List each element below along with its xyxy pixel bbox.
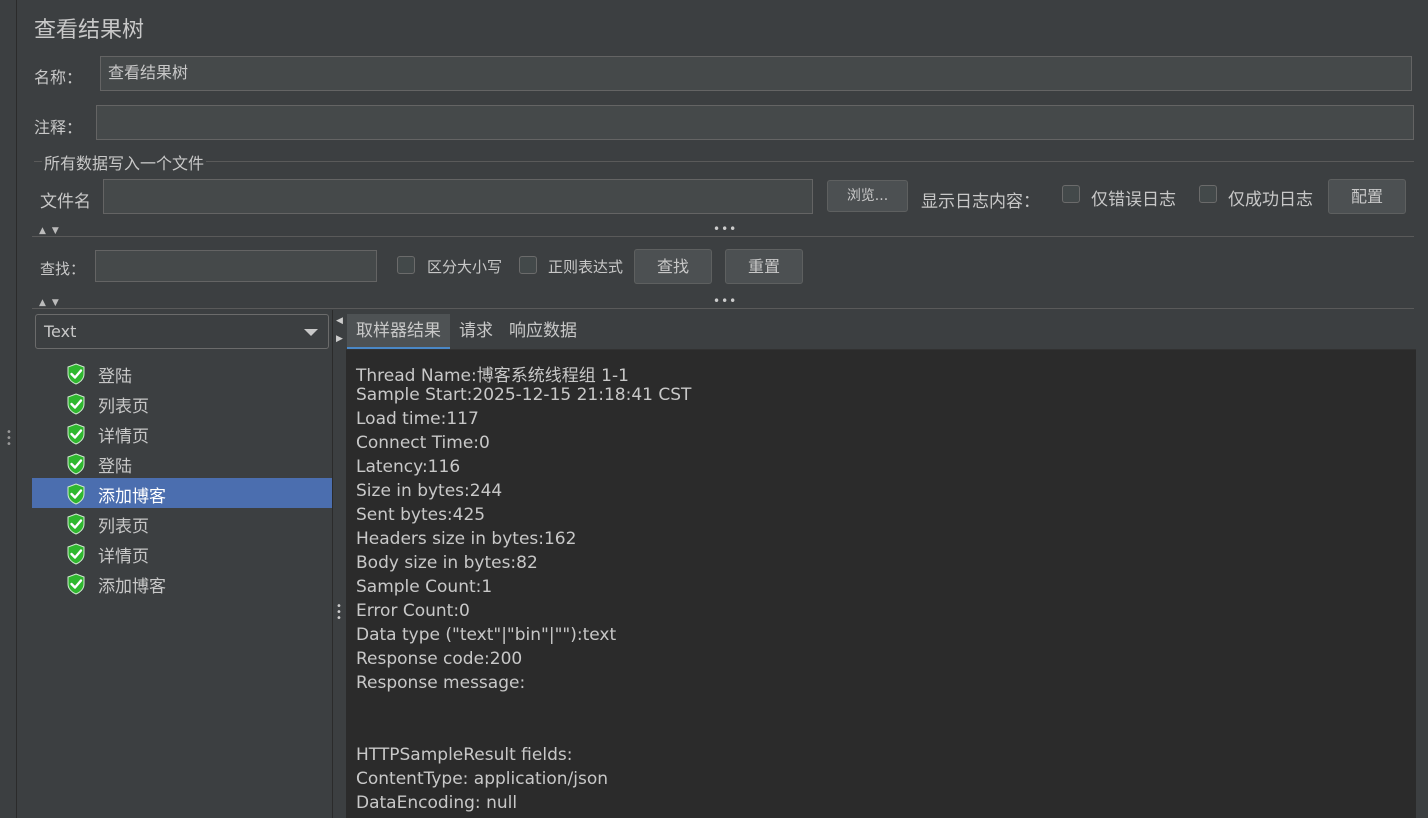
result-line: Error Count:0	[356, 601, 470, 621]
file-group-title: 所有数据写入一个文件	[42, 150, 207, 174]
filename-label: 文件名	[40, 192, 91, 212]
case-sensitive-checkbox[interactable]	[397, 256, 415, 274]
search-input[interactable]	[95, 250, 377, 282]
success-shield-icon	[67, 513, 85, 535]
left-edge-bar	[0, 0, 17, 818]
tree-item[interactable]: 添加博客	[32, 568, 332, 598]
comment-label: 注释：	[34, 118, 83, 137]
result-line: DataEncoding: null	[356, 793, 518, 813]
tree-item[interactable]: 列表页	[32, 508, 332, 538]
tab-sampler-result[interactable]: 取样器结果	[347, 314, 450, 350]
result-line: Body size in bytes:82	[356, 553, 538, 573]
tree-item-label: 详情页	[98, 427, 149, 447]
success-shield-icon	[67, 483, 85, 505]
result-line: Sample Start:2025-12-15 21:18:41 CST	[356, 385, 692, 405]
log-content-label: 显示日志内容：	[921, 192, 1040, 212]
result-line: Load time:117	[356, 409, 479, 429]
tree-item[interactable]: 详情页	[32, 538, 332, 568]
errors-only-label: 仅错误日志	[1091, 190, 1176, 210]
success-only-label: 仅成功日志	[1228, 190, 1313, 210]
splitter-collapse-arrows-1[interactable]: ▲▼	[39, 226, 65, 236]
vertical-splitter[interactable]	[333, 310, 345, 818]
success-shield-icon	[67, 543, 85, 565]
success-only-checkbox[interactable]	[1199, 185, 1217, 203]
comment-input[interactable]	[96, 105, 1414, 140]
renderer-select[interactable]: Text	[35, 314, 329, 349]
chevron-down-icon	[304, 329, 318, 336]
result-line: Size in bytes:244	[356, 481, 503, 501]
name-label: 名称：	[34, 68, 83, 87]
search-label: 查找：	[40, 260, 86, 278]
page-title: 查看结果树	[34, 18, 145, 43]
tree-item-label: 列表页	[98, 517, 149, 537]
tree-item[interactable]: 登陆	[32, 358, 332, 388]
success-shield-icon	[67, 393, 85, 415]
result-line: Thread Name:博客系统线程组 1-1	[356, 366, 629, 386]
regex-checkbox[interactable]	[519, 256, 537, 274]
success-shield-icon	[67, 423, 85, 445]
success-shield-icon	[67, 363, 85, 385]
result-line: ContentType: application/json	[356, 769, 609, 789]
file-group-border	[34, 161, 1414, 162]
tree-item-label: 详情页	[98, 547, 149, 567]
success-shield-icon	[67, 573, 85, 595]
tree-item-label: 列表页	[98, 397, 149, 417]
browse-button[interactable]: 浏览...	[827, 180, 908, 212]
result-line: Connect Time:0	[356, 433, 490, 453]
splitter-line-1	[32, 236, 1414, 237]
collapse-right-arrow-icon[interactable]: ▶	[336, 334, 343, 344]
case-sensitive-label: 区分大小写	[427, 258, 503, 276]
result-line: Sent bytes:425	[356, 505, 486, 525]
result-line: HTTPSampleResult fields:	[356, 745, 573, 765]
result-line: Headers size in bytes:162	[356, 529, 577, 549]
tree-item[interactable]: 列表页	[32, 388, 332, 418]
filename-input[interactable]	[103, 179, 813, 214]
name-input[interactable]: 查看结果树	[100, 56, 1412, 91]
splitter-handle-2[interactable]: •••	[713, 294, 737, 308]
errors-only-checkbox[interactable]	[1062, 185, 1080, 203]
splitter-collapse-arrows-2[interactable]: ▲▼	[39, 298, 65, 308]
result-line: Response code:200	[356, 649, 523, 669]
result-line: Data type ("text"|"bin"|""):text	[356, 625, 617, 645]
reset-button[interactable]: 重置	[725, 249, 803, 284]
collapse-left-arrow-icon[interactable]: ◀	[336, 316, 343, 326]
tree-item-label: 登陆	[98, 457, 132, 477]
result-line: Response message:	[356, 673, 526, 693]
renderer-select-value: Text	[44, 322, 77, 341]
tree-item-label: 添加博客	[98, 577, 166, 597]
tab-request[interactable]: 请求	[459, 314, 493, 350]
regex-label: 正则表达式	[548, 258, 624, 276]
splitter-line-2	[32, 308, 1414, 309]
tab-response-data[interactable]: 响应数据	[509, 314, 577, 350]
vertical-splitter-handle[interactable]: • • •	[336, 602, 342, 624]
result-line: Sample Count:1	[356, 577, 493, 597]
result-line: Latency:116	[356, 457, 461, 477]
tree-item-label: 登陆	[98, 367, 132, 387]
config-button[interactable]: 配置	[1328, 179, 1406, 214]
find-button[interactable]: 查找	[634, 249, 712, 284]
left-splitter-handle[interactable]: • • •	[6, 428, 12, 450]
tree-item[interactable]: 登陆	[32, 448, 332, 478]
tree-item[interactable]: 添加博客	[32, 478, 332, 508]
tree-item[interactable]: 详情页	[32, 418, 332, 448]
splitter-handle-1[interactable]: •••	[713, 222, 737, 236]
success-shield-icon	[67, 453, 85, 475]
tree-item-label: 添加博客	[98, 487, 166, 507]
